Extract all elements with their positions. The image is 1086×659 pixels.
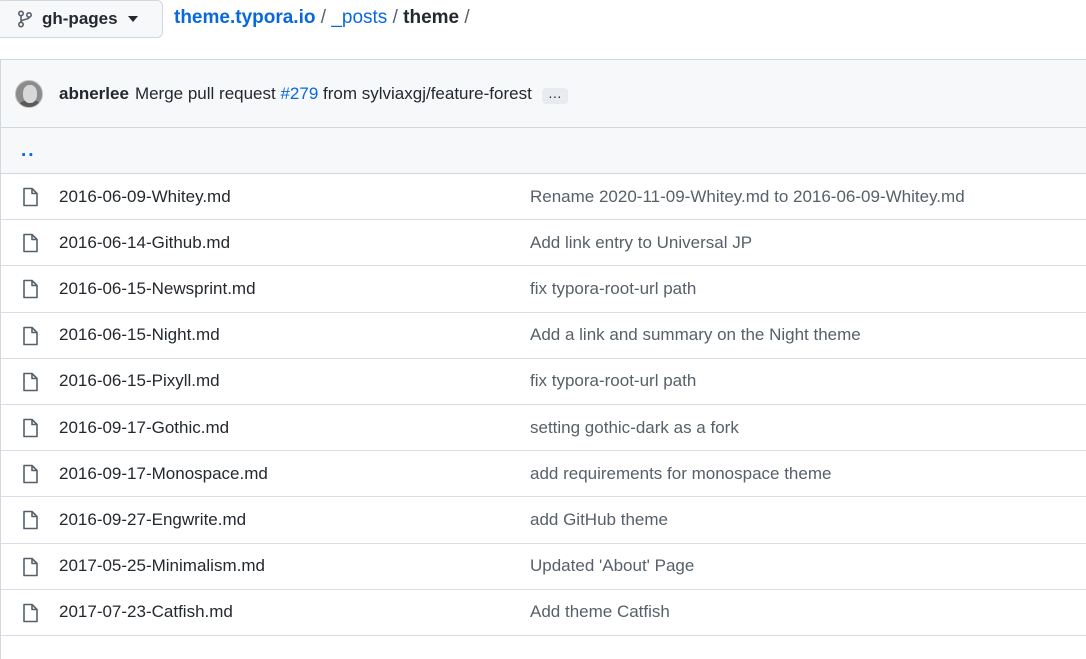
parent-directory-link[interactable]: .. [1, 128, 1086, 174]
file-name-link[interactable]: 2016-09-17-Gothic.md [59, 418, 229, 438]
file-icon [21, 372, 39, 392]
breadcrumb-repo-link[interactable]: theme.typora.io [174, 7, 315, 29]
file-name-link[interactable]: 2017-05-25-Minimalism.md [59, 556, 265, 576]
table-row: 2017-07-23-Catfish.md Add theme Catfish [1, 590, 1086, 636]
file-name-link[interactable]: 2016-09-17-Monospace.md [59, 464, 268, 484]
latest-commit-bar: abnerlee Merge pull request #279 from sy… [1, 60, 1086, 128]
file-icon [21, 187, 39, 207]
file-icon [21, 326, 39, 346]
branch-selector-button[interactable]: gh-pages [0, 0, 163, 38]
commit-author-link[interactable]: abnerlee [59, 84, 129, 104]
file-icon [21, 464, 39, 484]
file-name-link[interactable]: 2017-07-23-Catfish.md [59, 602, 233, 622]
breadcrumb-separator: / [315, 7, 332, 28]
file-commit-message-link[interactable]: fix typora-root-url path [530, 279, 696, 299]
file-icon [21, 279, 39, 299]
breadcrumb: theme.typora.io / _posts / theme / [174, 7, 470, 29]
breadcrumb-current: theme [403, 7, 460, 28]
git-branch-icon [17, 10, 33, 28]
breadcrumb-separator: / [387, 7, 404, 28]
table-row: 2016-06-15-Pixyll.md fix typora-root-url … [1, 359, 1086, 405]
table-row: 2016-06-14-Github.md Add link entry to Un… [1, 220, 1086, 267]
file-icon [21, 418, 39, 438]
file-commit-message-link[interactable]: Add link entry to Universal JP [530, 233, 752, 253]
table-row: 2017-05-25-Minimalism.md Updated 'About' … [1, 544, 1086, 590]
file-icon [21, 557, 39, 577]
file-icon [21, 510, 39, 530]
table-row: 2016-09-27-Engwrite.md add GitHub theme [1, 497, 1086, 544]
branch-name: gh-pages [42, 9, 118, 28]
chevron-down-icon [127, 16, 138, 22]
file-table: abnerlee Merge pull request #279 from sy… [0, 59, 1086, 659]
breadcrumb-posts-link[interactable]: _posts [331, 7, 387, 29]
table-row: 2016-09-17-Gothic.md setting gothic-dark … [1, 405, 1086, 452]
avatar[interactable] [15, 79, 43, 108]
file-icon [21, 233, 39, 253]
file-commit-message-link[interactable]: setting gothic-dark as a fork [530, 418, 739, 438]
file-name-link[interactable]: 2016-06-14-Github.md [59, 233, 230, 253]
table-row: 2016-06-15-Newsprint.md fix typora-root-u… [1, 266, 1086, 313]
file-commit-message-link[interactable]: Add a link and summary on the Night them… [530, 325, 861, 345]
file-commit-message-link[interactable]: add GitHub theme [530, 510, 668, 530]
file-name-link[interactable]: 2016-06-15-Pixyll.md [59, 371, 220, 391]
file-commit-message-link[interactable]: Rename 2020-11-09-Whitey.md to 2016-06-0… [530, 187, 965, 207]
commit-message-suffix[interactable]: from sylviaxgj/feature-forest [318, 84, 532, 104]
expand-commit-button[interactable]: … [541, 86, 568, 104]
file-name-link[interactable]: 2016-09-27-Engwrite.md [59, 510, 246, 530]
file-commit-message-link[interactable]: fix typora-root-url path [530, 371, 696, 391]
table-row: 2016-06-09-Whitey.md Rename 2020-11-09-Wh… [1, 174, 1086, 221]
commit-pr-link[interactable]: #279 [280, 84, 318, 104]
file-commit-message-link[interactable]: Add theme Catfish [530, 602, 670, 622]
file-icon [21, 603, 39, 623]
breadcrumb-separator: / [459, 7, 470, 28]
file-commit-message-link[interactable]: Updated 'About' Page [530, 556, 694, 576]
file-name-link[interactable]: 2016-06-09-Whitey.md [59, 187, 231, 207]
file-name-link[interactable]: 2016-06-15-Night.md [59, 325, 220, 345]
file-name-link[interactable]: 2016-06-15-Newsprint.md [59, 279, 256, 299]
table-row: 2016-09-17-Monospace.md add requirements … [1, 451, 1086, 498]
top-bar: gh-pages theme.typora.io / _posts / them… [0, 0, 1086, 38]
table-row: 2016-06-15-Night.md Add a link and summar… [1, 313, 1086, 359]
file-commit-message-link[interactable]: add requirements for monospace theme [530, 464, 831, 484]
commit-message-prefix[interactable]: Merge pull request [135, 84, 281, 104]
